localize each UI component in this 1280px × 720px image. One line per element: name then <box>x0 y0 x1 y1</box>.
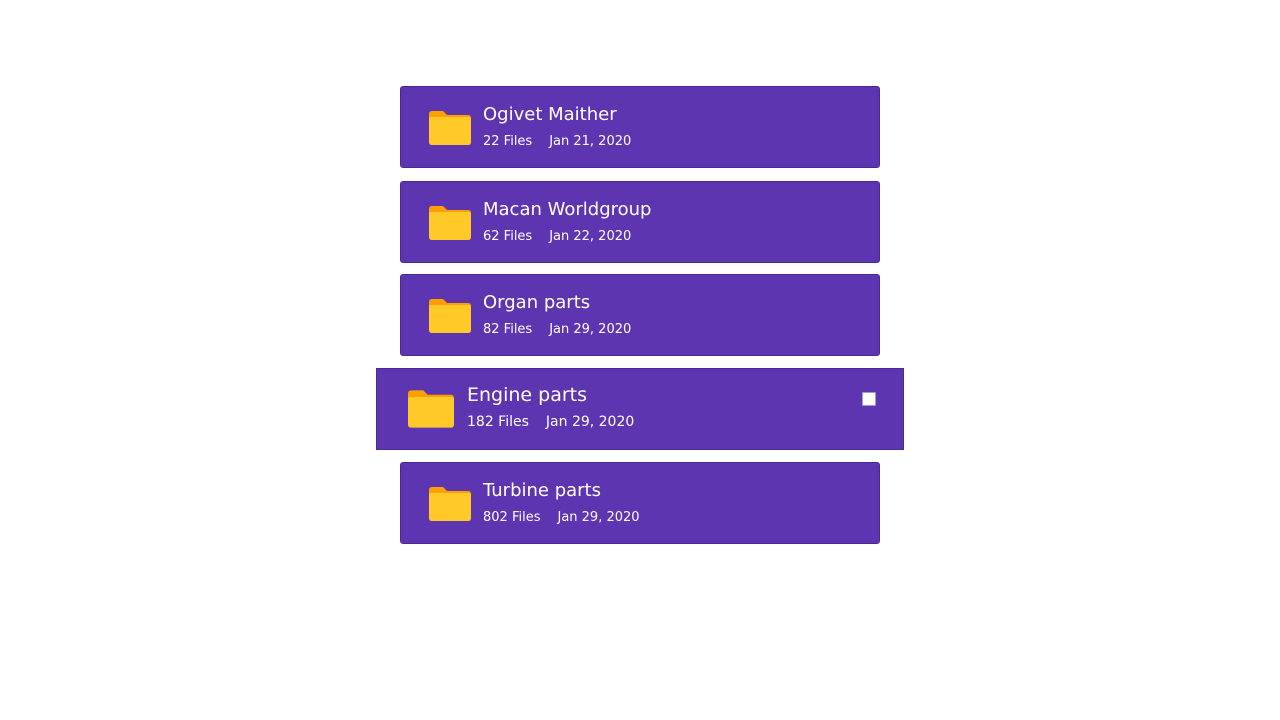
folder-name: Turbine parts <box>483 480 601 501</box>
file-count: 62 Files <box>483 229 533 244</box>
folder-icon <box>429 111 471 145</box>
file-count: 182 Files <box>467 414 529 430</box>
folder-meta: 82 Files Jan 29, 2020 <box>483 322 631 338</box>
modified-date: Jan 22, 2020 <box>549 229 632 244</box>
file-count: 22 Files <box>483 134 533 149</box>
folder-name: Organ parts <box>483 292 591 313</box>
folder-meta: 62 Files Jan 22, 2020 <box>483 229 631 245</box>
folder-card-turbine-parts[interactable]: Turbine parts 802 Files Jan 29, 2020 <box>400 462 880 544</box>
modified-date: Jan 29, 2020 <box>557 510 640 525</box>
folder-meta: 22 Files Jan 21, 2020 <box>483 134 631 150</box>
folder-card-organ-parts[interactable]: Organ parts 82 Files Jan 29, 2020 <box>400 274 880 356</box>
modified-date: Jan 29, 2020 <box>549 322 632 337</box>
modified-date: Jan 21, 2020 <box>549 134 632 149</box>
folder-meta: 182 Files Jan 29, 2020 <box>467 414 634 430</box>
folder-list: Ogivet Maither 22 Files Jan 21, 2020 Maca… <box>0 0 1280 720</box>
select-checkbox[interactable] <box>862 392 876 406</box>
folder-name: Macan Worldgroup <box>483 199 652 220</box>
folder-icon <box>408 390 454 428</box>
folder-meta: 802 Files Jan 29, 2020 <box>483 510 640 526</box>
folder-icon <box>429 487 471 521</box>
file-count: 802 Files <box>483 510 541 525</box>
folder-name: Ogivet Maither <box>483 104 617 125</box>
folder-icon <box>429 206 471 240</box>
folder-card-engine-parts[interactable]: Engine parts 182 Files Jan 29, 2020 <box>376 368 904 450</box>
folder-card-macan-worldgroup[interactable]: Macan Worldgroup 62 Files Jan 22, 2020 <box>400 181 880 263</box>
file-count: 82 Files <box>483 322 533 337</box>
folder-name: Engine parts <box>467 384 588 406</box>
modified-date: Jan 29, 2020 <box>545 414 635 430</box>
folder-icon <box>429 299 471 333</box>
folder-card-ogivet-maither[interactable]: Ogivet Maither 22 Files Jan 21, 2020 <box>400 86 880 168</box>
